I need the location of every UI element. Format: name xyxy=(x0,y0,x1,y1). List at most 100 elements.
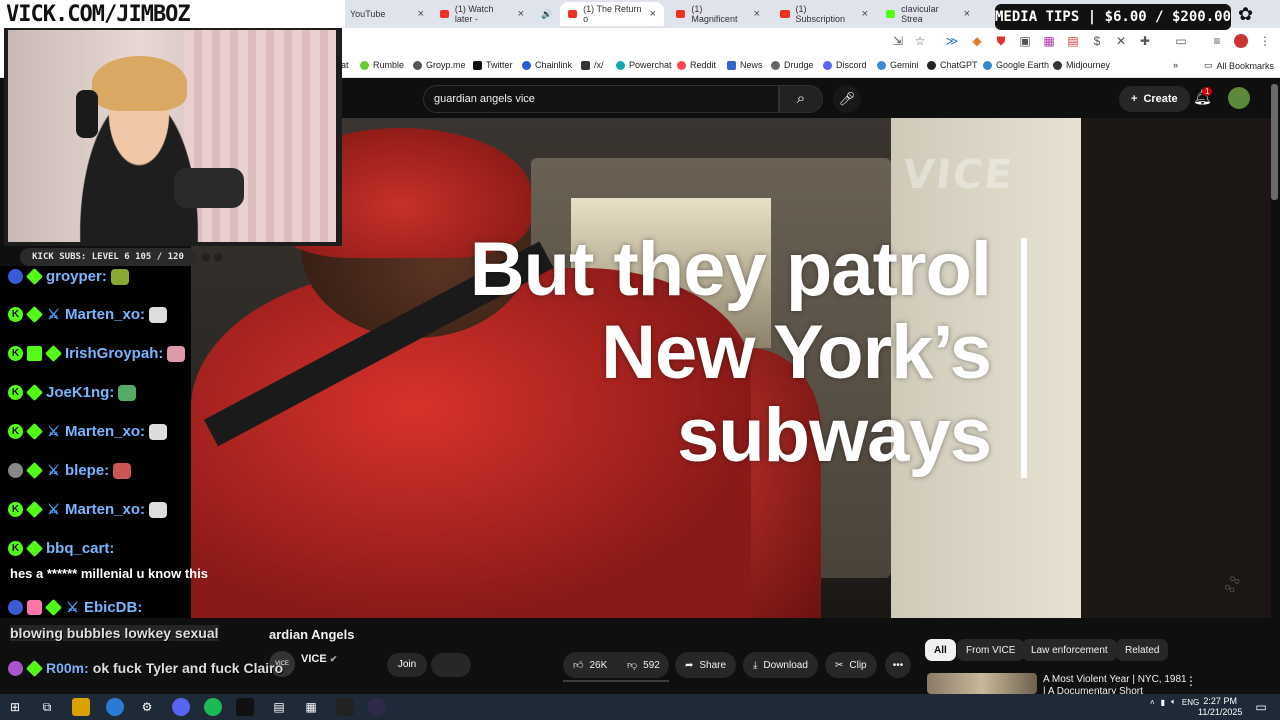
search-icon[interactable]: ⌕ xyxy=(779,85,823,113)
bookmark-x[interactable]: /x/ xyxy=(581,60,604,70)
bookmark-discord[interactable]: Discord xyxy=(823,60,867,70)
dark-background xyxy=(1081,118,1271,618)
obs-icon[interactable] xyxy=(368,698,386,716)
bookmark-google-earth[interactable]: Google Earth xyxy=(983,60,1049,70)
search-input[interactable]: guardian angels vice xyxy=(423,85,779,113)
notifications-icon[interactable]: ▭ xyxy=(1252,698,1270,716)
mic-icon[interactable]: 🎤︎ xyxy=(833,85,861,113)
bookmark-chainlink[interactable]: Chainlink xyxy=(522,60,572,70)
menu-icon[interactable]: ≡ xyxy=(1210,34,1224,48)
more-vert-icon[interactable]: ⋮ xyxy=(1258,34,1272,48)
chevron-right-icon[interactable]: » xyxy=(1173,60,1178,70)
clip-button[interactable]: ✂ Clip xyxy=(825,652,877,678)
chip-from-vice[interactable]: From VICE xyxy=(957,639,1025,661)
discord-icon[interactable] xyxy=(172,698,190,716)
close-icon[interactable]: × xyxy=(650,8,656,20)
all-bookmarks-label: All Bookmarks xyxy=(1216,60,1275,71)
youtube-favicon-icon xyxy=(440,10,449,18)
windows-start-icon[interactable]: ⊞ xyxy=(6,698,24,716)
app-icon[interactable] xyxy=(236,698,254,716)
profile-avatar[interactable] xyxy=(1234,34,1248,48)
kick-badge-icon: K xyxy=(8,307,23,322)
extension-icon[interactable]: ▤ xyxy=(1066,34,1080,48)
extension-icon[interactable]: $ xyxy=(1090,34,1104,48)
create-button[interactable]: + Create xyxy=(1119,86,1190,112)
dislike-button[interactable]: 👎︎ 592 xyxy=(617,652,669,678)
clock[interactable]: 2:27 PM 11/21/2025 xyxy=(1198,696,1242,718)
close-icon[interactable]: × xyxy=(964,8,970,20)
tab-magnificent[interactable]: (1) Magnificent × xyxy=(668,2,768,26)
app-icon[interactable]: ▦ xyxy=(302,698,320,716)
ublock-icon[interactable]: ⛊ xyxy=(994,34,1008,48)
subscribe-button[interactable] xyxy=(431,653,471,677)
related-title[interactable]: A Most Violent Year | NYC, 1981 xyxy=(1043,674,1187,685)
install-icon[interactable]: ⇲ xyxy=(891,34,905,48)
metamask-icon[interactable]: ◆ xyxy=(970,34,984,48)
bookmark-groyp[interactable]: Groyp.me xyxy=(413,60,466,70)
bookmark-reddit[interactable]: Reddit xyxy=(677,60,716,70)
bookmark-gemini[interactable]: Gemini xyxy=(877,60,919,70)
bookmark-item[interactable]: at xyxy=(341,60,349,70)
kick-subs-goal: KICK SUBS: LEVEL 6 105 / 120 xyxy=(20,248,196,266)
bookmark-midjourney[interactable]: Midjourney xyxy=(1053,60,1110,70)
channel-name[interactable]: VICE ✔ xyxy=(301,653,337,665)
bookmark-powerchat[interactable]: Powerchat xyxy=(616,60,672,70)
bookmark-rumble[interactable]: Rumble xyxy=(360,60,404,70)
download-button[interactable]: ⤓ Download xyxy=(743,652,818,678)
bookmark-news[interactable]: News xyxy=(727,60,763,70)
related-thumbnail[interactable] xyxy=(927,673,1037,694)
bookmark-label: Rumble xyxy=(373,60,405,70)
chip-law-enforcement[interactable]: Law enforcement xyxy=(1022,639,1117,661)
app-icon[interactable] xyxy=(336,698,354,716)
like-button[interactable]: 👍︎ 26K xyxy=(563,652,617,678)
more-horiz-icon[interactable]: ••• xyxy=(885,652,911,678)
steam-icon[interactable]: ⚙ xyxy=(138,698,156,716)
close-icon[interactable]: × xyxy=(862,8,868,20)
extension-icon[interactable]: ≫ xyxy=(945,34,959,48)
chat-message: K ⚔ Marten_xo: xyxy=(8,306,168,323)
tab-subscriptions[interactable]: (1) Subscription × xyxy=(772,2,876,26)
microphone xyxy=(174,168,244,208)
star-icon[interactable]: ☆ xyxy=(913,34,927,48)
bookmark-chatgpt[interactable]: ChatGPT xyxy=(927,60,978,70)
caption-line: New York’s xyxy=(601,310,992,395)
sidepanel-icon[interactable]: ▭ xyxy=(1174,34,1188,48)
overlay-message-text: ok fuck Tyler and fuck Clairo xyxy=(92,660,284,676)
bookmark-label: Gemini xyxy=(890,60,919,70)
bookmark-label: /x/ xyxy=(594,60,604,70)
emote-icon xyxy=(118,384,137,401)
progress-bar xyxy=(563,680,669,682)
chip-related[interactable]: Related xyxy=(1116,639,1169,661)
tab-audio-icon[interactable]: 🔊 xyxy=(538,2,556,26)
system-tray[interactable]: ˄ ▮ 🔈︎ ENG xyxy=(1150,697,1199,707)
more-vert-icon[interactable]: ⋮ xyxy=(1185,674,1197,688)
puzzle-icon[interactable]: ✚ xyxy=(1138,34,1152,48)
all-bookmarks[interactable]: ▭ All Bookmarks xyxy=(1204,60,1274,71)
extension-icon[interactable]: ▦ xyxy=(1042,34,1056,48)
tab-watch-later[interactable]: (1) Watch later - × xyxy=(432,2,532,26)
bookmark-twitter[interactable]: Twitter xyxy=(473,60,513,70)
tab-the-return[interactable]: (1) The Return o × xyxy=(560,2,664,26)
avatar[interactable] xyxy=(1228,87,1250,109)
extension-icon[interactable]: ▣ xyxy=(1018,34,1032,48)
chip-all[interactable]: All xyxy=(925,639,956,661)
youtube-favicon-icon xyxy=(568,10,578,18)
spotify-icon[interactable] xyxy=(204,698,222,716)
join-button[interactable]: Join xyxy=(387,653,427,677)
tab-clavicular[interactable]: clavicular Strea × xyxy=(878,2,978,26)
thumbs-down-icon: 👎︎ xyxy=(627,660,638,671)
close-icon[interactable]: × xyxy=(754,8,760,20)
share-button[interactable]: ➦ Share xyxy=(675,652,737,678)
task-view-icon[interactable]: ⧉ xyxy=(38,698,56,716)
x-icon[interactable]: ✕ xyxy=(1114,34,1128,48)
scrollbar[interactable] xyxy=(1271,84,1278,200)
close-icon[interactable]: × xyxy=(418,8,424,20)
tab-youtube[interactable]: YouTube × xyxy=(342,2,432,26)
app-icon[interactable]: ▤ xyxy=(270,698,288,716)
chrome-icon[interactable] xyxy=(106,698,124,716)
file-explorer-icon[interactable] xyxy=(72,698,90,716)
close-icon[interactable]: × xyxy=(518,8,524,20)
video-player[interactable]: VICE But they patrol New York’s subways … xyxy=(191,118,1271,618)
bookmark-drudge[interactable]: Drudge xyxy=(771,60,814,70)
kick-badge-icon: K xyxy=(8,502,23,517)
